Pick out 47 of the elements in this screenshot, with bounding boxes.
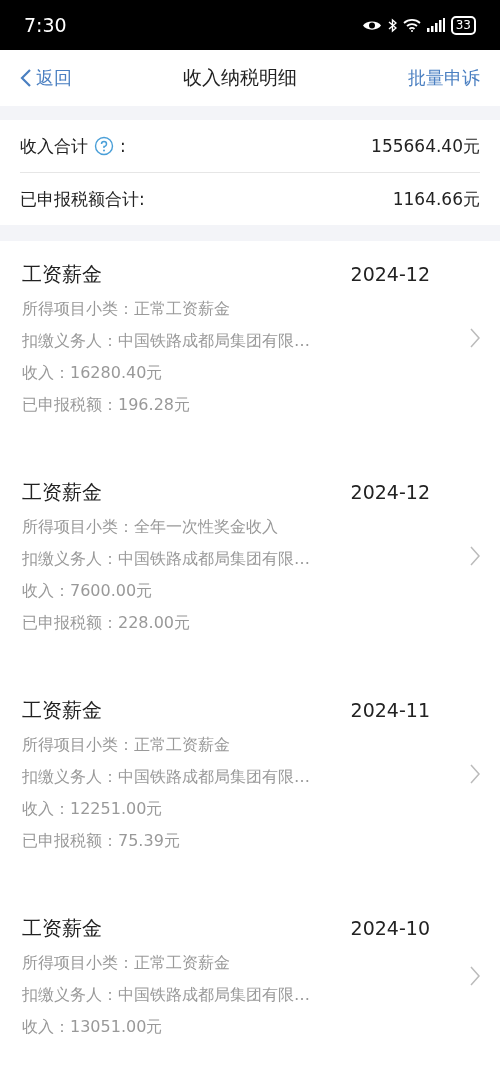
record-detail: 收入：7600.00元 (22, 580, 154, 602)
record-detail: 收入：12251.00元 (22, 798, 164, 820)
record-date: 2024-12 (350, 263, 430, 285)
chevron-right-icon (470, 966, 480, 986)
help-icon[interactable] (94, 136, 114, 156)
page-title: 收入纳税明细 (183, 65, 297, 90)
battery-indicator: 33 (450, 15, 476, 35)
record-title: 工资薪金 (22, 478, 102, 506)
record-detail: 扣缴义务人：中国铁路成都局集团有限… (22, 766, 311, 788)
summary-value: 155664.40元 (371, 134, 480, 158)
chevron-right-icon (470, 328, 480, 348)
chevron-right-icon (470, 764, 480, 784)
record-detail: 收入：16280.40元 (22, 362, 164, 384)
signal-icon (426, 18, 445, 32)
summary-label: 收入合计 (20, 134, 88, 158)
record-detail: 已申报税额：196.28元 (22, 394, 191, 416)
label-colon: : (120, 136, 126, 156)
record-detail: 已申报税额：75.39元 (22, 830, 181, 852)
eye-icon (361, 18, 382, 32)
status-time: 7:30 (24, 14, 67, 36)
record-item[interactable]: 工资薪金 2024-12 所得项目小类：全年一次性奖金收入 扣缴义务人：中国铁路成都局集团有限… 收入：7600.00元 已申报税额：228.00元 (0, 459, 500, 677)
chevron-right-icon (470, 546, 480, 566)
record-detail: 扣缴义务人：中国铁路成都局集团有限… (22, 330, 311, 352)
record-detail: 扣缴义务人：中国铁路成都局集团有限… (22, 548, 311, 570)
record-date: 2024-10 (350, 917, 430, 939)
record-item[interactable]: 工资薪金 2024-11 所得项目小类：正常工资薪金 扣缴义务人：中国铁路成都局集团有限… 收入：12251.00元 已申报税额：75.39元 (0, 677, 500, 895)
record-detail: 所得项目小类：正常工资薪金 (22, 734, 231, 756)
bluetooth-icon (387, 17, 397, 33)
back-button[interactable]: 返回 (20, 66, 72, 90)
record-detail: 所得项目小类：全年一次性奖金收入 (22, 516, 279, 538)
chevron-left-icon (20, 68, 32, 88)
record-detail: 所得项目小类：正常工资薪金 (22, 298, 231, 320)
record-title: 工资薪金 (22, 260, 102, 288)
record-date: 2024-12 (350, 481, 430, 503)
record-title: 工资薪金 (22, 914, 102, 942)
summary-value: 1164.66元 (392, 187, 480, 211)
record-item[interactable]: 工资薪金 2024-10 所得项目小类：正常工资薪金 扣缴义务人：中国铁路成都局集团有限… 收入：13051.00元 (0, 895, 500, 1079)
record-detail: 扣缴义务人：中国铁路成都局集团有限… (22, 984, 311, 1006)
record-detail: 已申报税额：228.00元 (22, 612, 191, 634)
record-item[interactable]: 工资薪金 2024-12 所得项目小类：正常工资薪金 扣缴义务人：中国铁路成都局集团有限… 收入：16280.40元 已申报税额：196.28元 (0, 241, 500, 459)
record-date: 2024-11 (350, 699, 430, 721)
summary-label: 已申报税额合计: (20, 187, 145, 211)
batch-appeal-link[interactable]: 批量申诉 (408, 66, 480, 90)
record-detail: 所得项目小类：正常工资薪金 (22, 952, 231, 974)
record-detail: 收入：13051.00元 (22, 1016, 164, 1038)
wifi-icon (402, 18, 421, 32)
record-title: 工资薪金 (22, 696, 102, 724)
